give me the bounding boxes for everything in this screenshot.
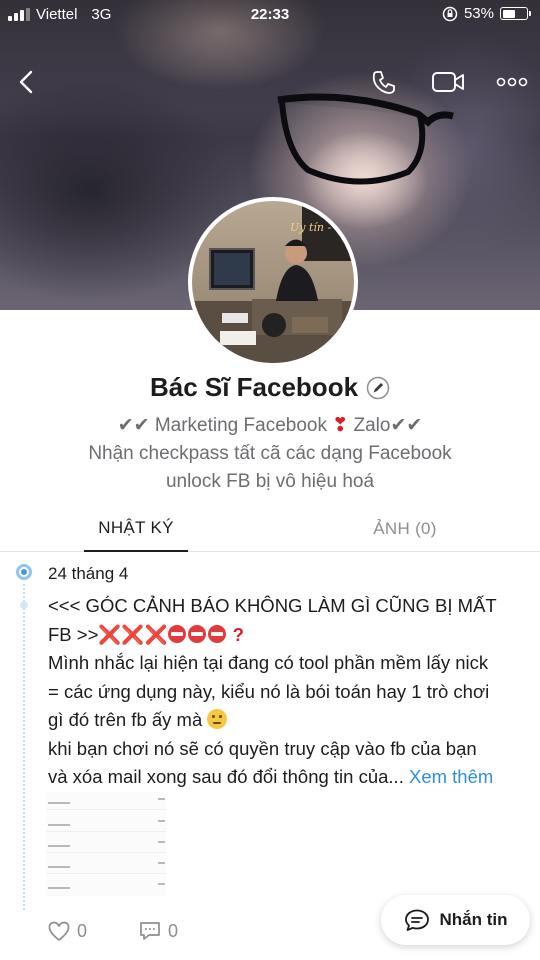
thinking-face-icon <box>207 709 228 729</box>
attachment-text <box>48 866 70 868</box>
like-count: 0 <box>77 920 88 941</box>
attachment-divider <box>46 831 166 832</box>
bio-line-2: Nhận checkpass tất cã các dạng Facebook <box>88 443 452 464</box>
attachment-text <box>48 887 70 889</box>
orientation-lock-icon <box>442 6 458 21</box>
tab-photos[interactable]: ẢNH (0) <box>340 505 470 552</box>
timeline-dot <box>16 564 32 580</box>
cross-mark-icon: ❌❌❌ <box>98 623 168 645</box>
svg-text:Uy tín -: Uy tín - <box>290 221 332 234</box>
pencil-icon[interactable] <box>366 376 390 400</box>
heart-exclamation-icon: ❣ <box>332 415 349 436</box>
send-message-button[interactable]: Nhắn tin <box>381 895 530 945</box>
attachment-text <box>48 845 70 847</box>
status-bar: Viettel 3G 22:33 53% <box>0 0 540 30</box>
attachment-divider <box>46 873 166 874</box>
no-entry-icon <box>207 624 226 643</box>
check-icon: ✔ <box>406 415 423 436</box>
attachment-text <box>158 841 165 843</box>
see-more-link[interactable]: Xem thêm <box>409 766 493 787</box>
post-line-text: FB >> <box>48 623 99 645</box>
attachment-text <box>158 862 165 864</box>
post-line: <<< GÓC CẢNH BÁO KHÔNG LÀM GÌ CŨNG BỊ MẤ… <box>48 595 497 616</box>
comment-icon <box>140 922 160 940</box>
check-icon: ✔ <box>117 415 134 436</box>
tab-timeline[interactable]: NHẬT KÝ <box>84 505 188 552</box>
attachment-text <box>48 824 70 826</box>
back-button[interactable] <box>6 62 46 102</box>
attachment-text <box>48 802 70 804</box>
attachment-text <box>158 883 165 885</box>
post-attachment-image[interactable] <box>46 792 166 896</box>
no-entry-icon <box>187 624 206 643</box>
comment-button[interactable]: 0 <box>138 920 178 942</box>
post-line-text: và xóa mail xong sau đó đổi thông tin củ… <box>48 766 404 787</box>
battery-percent: 53% <box>463 5 494 22</box>
profile-name-row: Bác Sĩ Facebook <box>0 372 540 403</box>
avatar[interactable]: Uy tín - <box>188 197 358 367</box>
check-icon: ✔ <box>133 415 150 436</box>
phone-icon <box>372 71 395 94</box>
bio-marketing: Marketing Facebook <box>154 415 327 436</box>
bio-line-1: ✔✔ Marketing Facebook ❣ Zalo✔✔ <box>20 412 520 440</box>
post-line: Mình nhắc lại hiện tại đang có tool phần… <box>48 652 489 673</box>
comment-count: 0 <box>168 920 179 941</box>
video-call-button[interactable] <box>428 62 468 102</box>
question-mark-icon: ? <box>232 623 244 645</box>
bio-line-3: unlock FB bị vô hiệu hoá <box>165 471 375 492</box>
no-entry-icon <box>167 624 186 643</box>
more-dots-icon <box>496 77 528 87</box>
heart-icon <box>48 921 70 941</box>
profile-name: Bác Sĩ Facebook <box>149 372 359 402</box>
post-body[interactable]: <<< GÓC CẢNH BÁO KHÔNG LÀM GÌ CŨNG BỊ MẤ… <box>48 592 532 792</box>
attachment-text <box>158 820 165 822</box>
attachment-divider <box>46 809 166 810</box>
attachment-divider <box>46 852 166 853</box>
avatar-photo: Uy tín - <box>192 201 354 363</box>
more-button[interactable] <box>492 62 532 102</box>
post-date: 24 tháng 4 <box>48 564 129 583</box>
check-icon: ✔ <box>390 415 407 436</box>
profile-tabs: NHẬT KÝ ẢNH (0) <box>0 505 540 552</box>
post-line: và xóa mail xong sau đó đổi thông tin củ… <box>48 763 532 792</box>
attachment-text <box>158 798 165 800</box>
post-line-text: gì đó trên fb ấy mà <box>48 709 203 730</box>
battery-icon <box>500 7 531 20</box>
bio-zalo: Zalo <box>353 415 391 436</box>
post-line: khi bạn chơi nó sẽ có quyền truy cập vào… <box>48 737 477 759</box>
like-button[interactable]: 0 <box>47 920 87 942</box>
status-right: 53% <box>442 5 531 22</box>
send-message-label: Nhắn tin <box>439 910 508 929</box>
post-line: = các ứng dụng này, kiểu nó là bói toán … <box>48 680 490 702</box>
post-line: gì đó trên fb ấy mà <box>48 706 532 735</box>
call-button[interactable] <box>364 62 404 102</box>
chevron-left-icon <box>19 70 33 94</box>
cover-glasses-shape <box>277 93 454 185</box>
chat-bubble-icon <box>404 909 429 931</box>
video-camera-icon <box>432 72 464 92</box>
post-line: FB >>❌❌❌ ? <box>48 621 532 650</box>
timeline-line <box>23 584 25 910</box>
